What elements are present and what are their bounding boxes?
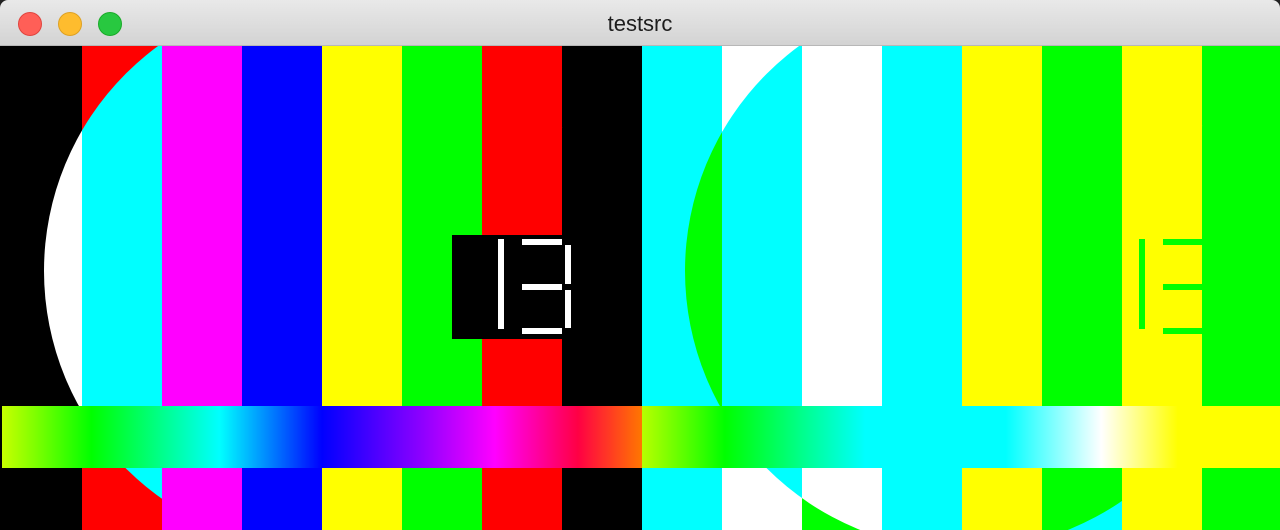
left-hue-strip bbox=[2, 406, 642, 468]
video-window: testsrc 13 bbox=[0, 0, 1280, 530]
test-pattern: 13 bbox=[2, 46, 1280, 530]
title-bar[interactable]: testsrc bbox=[0, 0, 1280, 46]
window-title: testsrc bbox=[607, 11, 673, 36]
right-hue-strip bbox=[642, 406, 1280, 468]
video-frame: 13 bbox=[2, 46, 1280, 530]
